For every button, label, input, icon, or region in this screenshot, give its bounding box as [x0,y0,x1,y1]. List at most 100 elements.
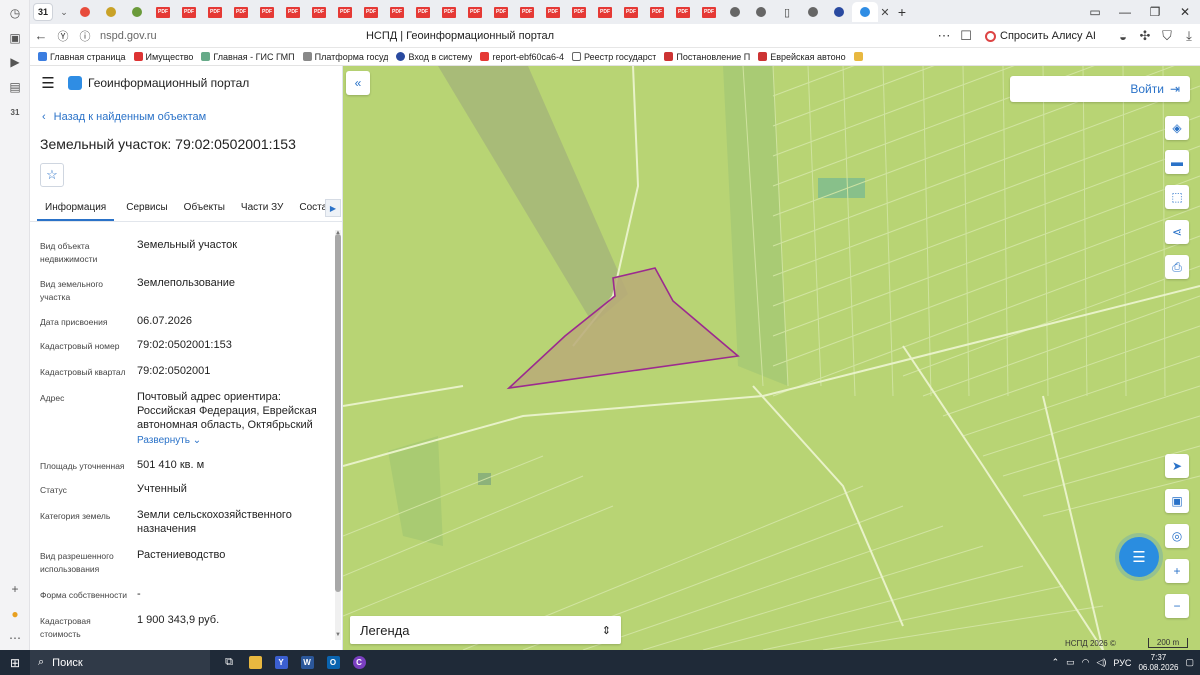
bookmark-item[interactable]: Реестр государст [572,52,656,62]
yandex-browser-icon[interactable]: Y [268,650,294,675]
tab-pdf-icon[interactable]: PDF [696,0,722,24]
restore-icon[interactable]: ❐ [1140,5,1170,19]
bookmark-item[interactable]: Главная - ГИС ГМП [201,52,295,62]
clock[interactable]: 7:37 06.08.2026 [1138,653,1178,673]
expand-address-link[interactable]: Развернуть ⌄ [137,434,327,448]
scroll-down-icon[interactable]: ▼ [335,632,341,638]
zoom-in-button[interactable]: + [1165,559,1189,583]
more-options-icon[interactable]: ⋯ [933,28,955,44]
tab-favicon[interactable] [800,0,826,24]
tab-pdf-icon[interactable]: PDF [514,0,540,24]
download-icon[interactable]: ⤓ [1178,28,1200,44]
reading-mode-icon[interactable]: ◒ [1112,29,1134,44]
tab-information[interactable]: Информация [37,198,115,221]
collections-icon[interactable]: ▣ [7,30,23,46]
taskbar-search[interactable]: ⌕ Поиск [30,650,210,675]
select-area-button[interactable]: ⬚ [1165,185,1189,209]
calendar-icon[interactable]: 31 [7,104,23,120]
tab-pdf-icon[interactable]: PDF [488,0,514,24]
extensions-icon[interactable]: ✣ [1134,28,1156,44]
tab-pdf-icon[interactable]: PDF [540,0,566,24]
basemap-button[interactable]: ▣ [1165,489,1189,513]
tab-pdf-icon[interactable]: PDF [618,0,644,24]
shield-icon[interactable]: ⛉ [1156,28,1178,44]
add-panel-icon[interactable]: + [7,581,23,597]
word-icon[interactable]: W [294,650,320,675]
bookmark-item[interactable]: Еврейская автоно [758,52,846,62]
tab-favicon[interactable] [98,0,124,24]
outlook-icon[interactable]: O [320,650,346,675]
bookmark-item[interactable]: report-ebf60ca6-4 [480,52,564,62]
tab-objects[interactable]: Объекты [176,198,233,219]
windows-start-icon[interactable]: ⊞ [0,656,30,670]
tab-pdf-icon[interactable]: PDF [436,0,462,24]
language-indicator[interactable]: РУС [1113,658,1131,668]
profile-icon[interactable]: ▭ [1080,5,1110,19]
tab-document-icon[interactable]: ▯ [774,0,800,24]
tab-pdf-icon[interactable]: PDF [384,0,410,24]
bookmark-item[interactable]: Платформа госуд [302,52,388,62]
tab-pdf-icon[interactable]: PDF [332,0,358,24]
map-view[interactable]: « Войти ⇥ ◈ ▬ ⬚ ⋖ ⎙ ➤ ▣ ◎ + − ☰ Легенда … [343,66,1200,650]
notifications-icon[interactable]: ▢ [1185,657,1194,668]
bookmark-item[interactable]: Постановление П [664,52,750,62]
tab-list-chevron-icon[interactable]: ⌄ [56,3,72,21]
volume-icon[interactable]: ◁) [1096,657,1106,668]
zoom-out-button[interactable]: − [1165,594,1189,618]
notes-icon[interactable]: ▤ [7,79,23,95]
bookmark-item[interactable]: Главная страница [38,52,126,62]
active-tab[interactable] [852,2,878,22]
ask-alice-button[interactable]: Спросить Алису AI [977,30,1104,42]
task-view-icon[interactable]: ⧉ [216,650,242,675]
tab-favicon[interactable] [72,0,98,24]
menu-icon[interactable]: ☰ [40,74,56,92]
tab-pdf-icon[interactable]: PDF [202,0,228,24]
messenger-icon[interactable]: C [346,650,372,675]
close-tab-icon[interactable]: ✕ [878,6,892,19]
back-icon[interactable]: ← [30,28,52,43]
my-location-button[interactable]: ➤ [1165,454,1189,478]
tab-favicon[interactable] [748,0,774,24]
tab-pdf-icon[interactable]: PDF [280,0,306,24]
legend-dropdown[interactable]: Легенда ⇕ [350,616,621,644]
tab-pdf-icon[interactable]: PDF [306,0,332,24]
tab-pdf-icon[interactable]: PDF [150,0,176,24]
tab-pdf-icon[interactable]: PDF [228,0,254,24]
close-window-icon[interactable]: ✕ [1170,5,1200,19]
alice-icon[interactable]: ● [7,606,23,622]
site-info-icon[interactable]: ⓘ [74,28,96,44]
measure-button[interactable]: ▬ [1165,150,1189,174]
tab-pdf-icon[interactable]: PDF [410,0,436,24]
login-button[interactable]: Войти ⇥ [1010,76,1190,102]
share-button[interactable]: ⋖ [1165,220,1189,244]
bookmark-folder[interactable] [853,52,863,61]
chat-button[interactable]: ☰ [1119,537,1159,577]
back-to-results-link[interactable]: ‹ Назад к найденным объектам [42,111,206,123]
tab-counter[interactable]: 31 [33,3,53,21]
tab-favicon[interactable] [826,0,852,24]
tab-pdf-icon[interactable]: PDF [254,0,280,24]
minimize-icon[interactable]: — [1110,5,1140,19]
tab-pdf-icon[interactable]: PDF [670,0,696,24]
favorite-button[interactable]: ☆ [40,163,64,187]
print-button[interactable]: ⎙ [1165,255,1189,279]
tray-expand-icon[interactable]: ⌃ [1052,657,1060,668]
collapse-panel-button[interactable]: « [346,71,370,95]
tab-favicon[interactable] [124,0,150,24]
file-explorer-icon[interactable] [242,650,268,675]
tab-pdf-icon[interactable]: PDF [462,0,488,24]
video-icon[interactable]: ▶ [7,54,23,70]
network-icon[interactable]: ▭ [1066,657,1075,668]
wifi-icon[interactable]: ◠ [1082,657,1090,668]
search-location-button[interactable]: ◎ [1165,524,1189,548]
history-icon[interactable]: ◷ [7,5,23,21]
yandex-icon[interactable]: Ⓨ [52,28,74,44]
tab-pdf-icon[interactable]: PDF [176,0,202,24]
tab-services[interactable]: Сервисы [118,198,175,219]
tab-pdf-icon[interactable]: PDF [358,0,384,24]
layers-button[interactable]: ◈ [1165,116,1189,140]
tab-parts[interactable]: Части ЗУ [233,198,291,219]
panel-scrollbar-thumb[interactable] [335,234,341,592]
bookmark-item[interactable]: Имущество [133,52,193,62]
new-tab-icon[interactable]: + [892,4,912,20]
